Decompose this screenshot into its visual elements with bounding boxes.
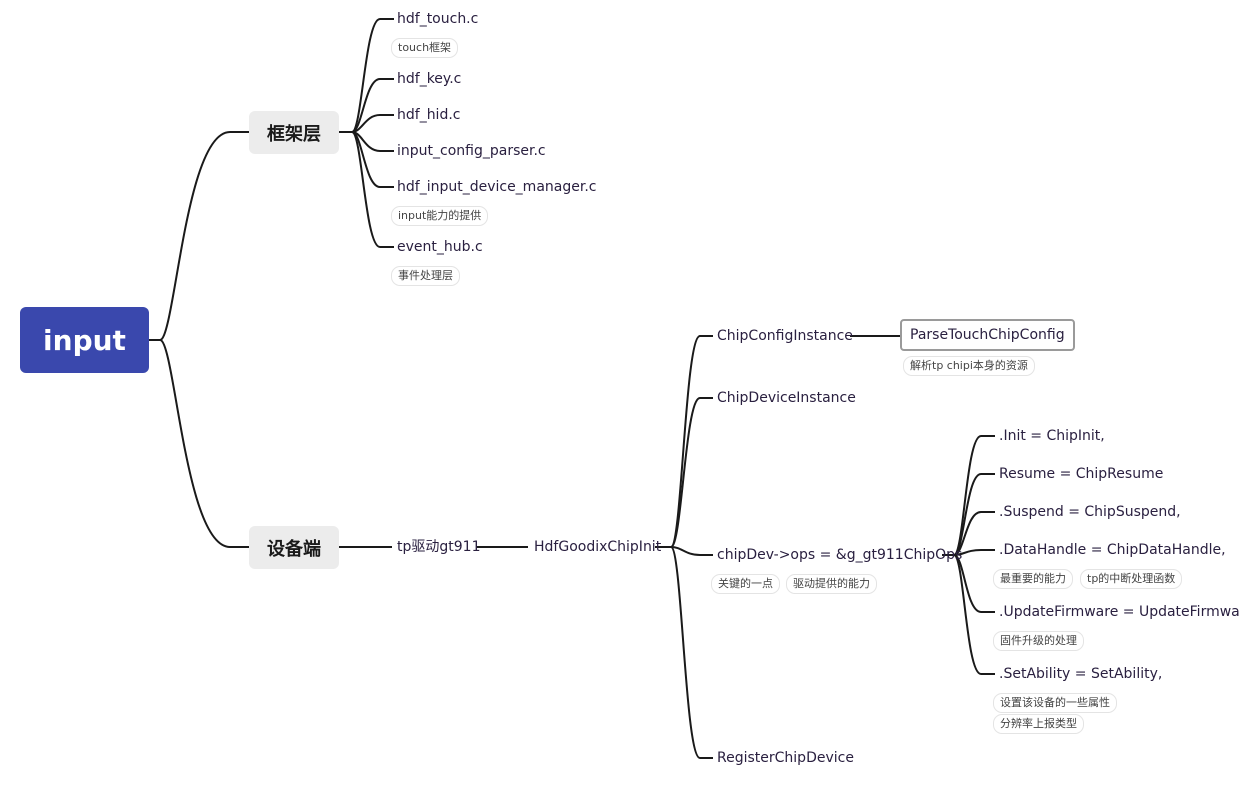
topic-register-chip-device[interactable]: RegisterChipDevice (717, 749, 854, 767)
link-fw-hid (339, 114, 394, 133)
topic-hdf-goodix-chip-init[interactable]: HdfGoodixChipInit (534, 538, 661, 556)
tag-interrupt-handler: tp的中断处理函数 (1080, 569, 1183, 589)
topic-op-data-handle[interactable]: .DataHandle = ChipDataHandle, (999, 541, 1226, 559)
link-fw-manager (339, 131, 394, 188)
topic-op-init[interactable]: .Init = ChipInit, (999, 427, 1105, 445)
tag-touch-framework: touch框架 (391, 38, 459, 58)
topic-hdf-key[interactable]: hdf_key.c (397, 70, 461, 88)
link-fw-eventhub (339, 131, 394, 248)
topic-framework-layer[interactable]: 框架层 (249, 111, 339, 154)
tag-event-processing: 事件处理层 (391, 266, 460, 286)
link-init-device (655, 397, 713, 548)
topic-chip-dev-ops[interactable]: chipDev->ops = &g_gt911ChipOps (717, 546, 962, 564)
topic-device-side[interactable]: 设备端 (249, 526, 339, 569)
topic-input-config-parser[interactable]: input_config_parser.c (397, 142, 546, 160)
tag-firmware-upgrade: 固件升级的处理 (993, 631, 1084, 651)
link-fw-key (339, 78, 394, 133)
link-ops-setability (942, 554, 995, 675)
link-root-framework (149, 131, 249, 341)
topic-chip-device-instance[interactable]: ChipDeviceInstance (717, 389, 856, 407)
tag-input-capability: input能力的提供 (391, 206, 489, 226)
tag-driver-capability: 驱动提供的能力 (786, 574, 877, 594)
topic-op-suspend[interactable]: .Suspend = ChipSuspend, (999, 503, 1181, 521)
tag-key-point: 关键的一点 (711, 574, 780, 594)
link-init-config (655, 335, 713, 548)
topic-hdf-touch[interactable]: hdf_touch.c (397, 10, 478, 28)
link-ops-resume (942, 473, 995, 556)
topic-op-set-ability[interactable]: .SetAbility = SetAbility, (999, 665, 1162, 683)
tag-parse-resources: 解析tp chipi本身的资源 (903, 356, 1035, 376)
link-fw-touch (339, 18, 394, 133)
link-fw-parser (339, 131, 394, 152)
topic-op-resume[interactable]: Resume = ChipResume (999, 465, 1163, 483)
link-ops-init (942, 435, 995, 556)
tag-device-properties: 设置该设备的一些属性 (993, 693, 1117, 713)
link-init-register (655, 546, 713, 759)
link-root-device (149, 339, 249, 548)
tag-resolution-report-type: 分辨率上报类型 (993, 714, 1084, 734)
tag-most-important: 最重要的能力 (993, 569, 1073, 589)
topic-parse-touch-chip-config[interactable]: ParseTouchChipConfig (900, 319, 1075, 351)
topic-op-update-firmware[interactable]: .UpdateFirmware = UpdateFirmware, (999, 603, 1239, 621)
topic-hdf-hid[interactable]: hdf_hid.c (397, 106, 461, 124)
link-init-ops (655, 546, 713, 556)
root-topic[interactable]: input (20, 307, 149, 373)
topic-event-hub[interactable]: event_hub.c (397, 238, 483, 256)
topic-chip-config-instance[interactable]: ChipConfigInstance (717, 327, 853, 345)
topic-hdf-input-device-manager[interactable]: hdf_input_device_manager.c (397, 178, 596, 196)
topic-tp-driver-gt911[interactable]: tp驱动gt911 (397, 538, 480, 556)
